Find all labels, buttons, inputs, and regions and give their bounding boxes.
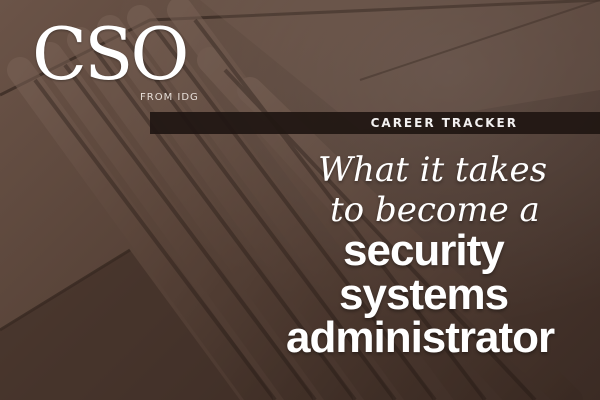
band-label: CAREER TRACKER: [370, 116, 518, 130]
cso-logo: CSO: [32, 12, 189, 96]
headline-line-3: security: [343, 226, 505, 275]
career-tracker-banner: CSO FROM IDG CAREER TRACKER What it take…: [0, 0, 600, 400]
logo-subtitle: FROM IDG: [140, 92, 199, 103]
headline-line-5: administrator: [286, 313, 555, 362]
headline-line-1: What it takes: [318, 150, 548, 190]
career-tracker-band: CAREER TRACKER: [150, 112, 600, 134]
headline-line-2: to become a: [330, 190, 540, 230]
